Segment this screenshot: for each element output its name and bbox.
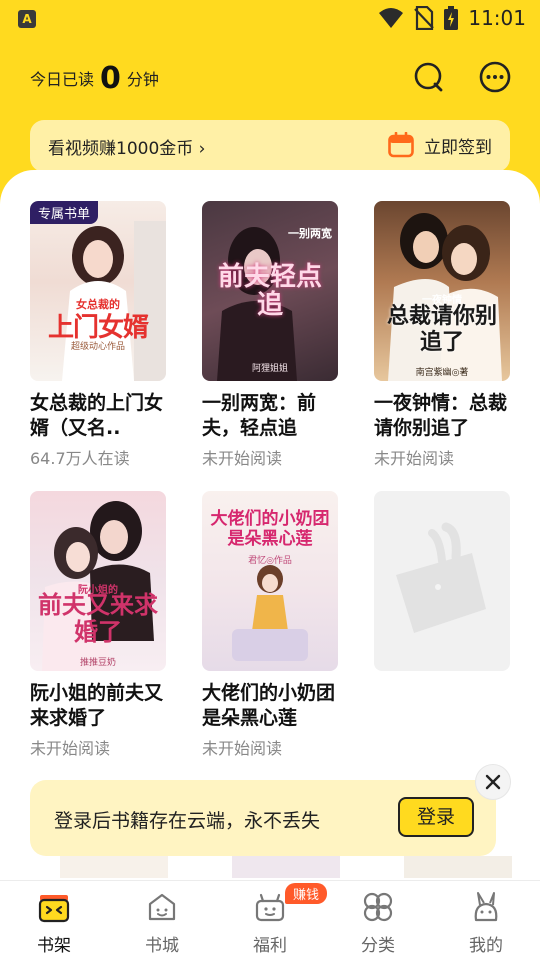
more-dots-icon — [479, 61, 511, 93]
search-button[interactable] — [413, 61, 445, 93]
chevron-right-icon: › — [198, 139, 206, 159]
welfare-icon — [255, 893, 285, 922]
cover-title: 总裁请你别追了 — [386, 303, 497, 355]
rabbit-placeholder-icon — [396, 522, 486, 633]
cover-author: 超级动心作品 — [70, 342, 125, 352]
bottom-navigation: 书架 书城 福利 分类 我的 — [0, 880, 540, 960]
nav-label: 书城 — [145, 936, 179, 956]
calendar-icon — [388, 132, 414, 158]
read-label: 今日已读 — [30, 70, 95, 89]
cover-title: 前夫轻点追 — [217, 262, 322, 320]
cover-illustration — [62, 221, 166, 381]
book-cover[interactable]: 一别两宽 前夫轻点追 阿狸姐姐 — [202, 201, 338, 381]
book-status: 未开始阅读 — [374, 449, 455, 468]
watch-video-promo-link[interactable]: 看视频赚1000金币 › — [48, 134, 205, 159]
peek-cover — [60, 856, 168, 878]
search-icon — [414, 62, 443, 92]
login-button[interactable]: 登录 — [398, 797, 474, 837]
exclusive-booklist-tag: 专属书单 — [30, 201, 99, 224]
bookshelf-icon — [38, 895, 70, 923]
app-notification-icon: A — [18, 10, 36, 28]
book-status: 未开始阅读 — [202, 739, 283, 758]
cover-author: 推推豆奶 — [79, 658, 116, 668]
book-cover-placeholder[interactable] — [374, 491, 510, 671]
nav-item-bookstore[interactable]: 书城 — [108, 881, 216, 960]
status-bar: A 11:01 — [0, 0, 540, 36]
cover-author: 阿狸姐姐 — [251, 364, 288, 374]
nav-item-profile[interactable]: 我的 — [432, 881, 540, 960]
profile-rabbit-icon — [474, 892, 498, 922]
close-banner-button[interactable] — [475, 764, 511, 800]
book-title: 阮小姐的前夫又来求婚了 — [30, 682, 164, 729]
peek-cover — [232, 856, 340, 878]
nav-item-category[interactable]: 分类 — [324, 881, 432, 960]
book-cover[interactable]: 大佬们的小奶团是朵黑心莲 君忆◎作品 — [202, 491, 338, 671]
book-title: 女总裁的上门女婿（又名.. — [30, 392, 164, 439]
book-cover[interactable]: 专属书单 女总裁的 上门女婿 超级动心作品 — [30, 201, 166, 381]
promo-bar: 看视频赚1000金币 › 立即签到 — [30, 120, 510, 172]
cover-subtitle: 一别两宽 — [288, 227, 332, 240]
nav-label: 我的 — [469, 936, 503, 956]
peek-cover — [404, 856, 512, 878]
nav-label: 书架 — [37, 936, 71, 956]
nav-item-bookshelf[interactable]: 书架 — [0, 881, 108, 960]
read-count: 0 — [100, 60, 121, 96]
status-time: 11:01 — [468, 6, 526, 30]
cover-author: 南宫紫幽◎著 — [415, 368, 469, 378]
promo-text: 看视频赚1000金币 — [48, 139, 194, 159]
cover-author: 君忆◎作品 — [248, 556, 292, 566]
login-banner: 登录后书籍存在云端，永不丢失 登录 — [30, 780, 496, 856]
no-sim-icon — [414, 6, 435, 30]
category-icon — [363, 892, 393, 922]
cover-title: 大佬们的小奶团是朵黑心莲 — [210, 509, 330, 549]
book-title: 一夜钟情：总裁请你别追了 — [374, 392, 508, 439]
nav-label: 福利 — [253, 936, 287, 956]
today-reading-info: 今日已读 0 分钟 — [30, 60, 159, 96]
book-cover[interactable]: 阮小姐的 前夫又来求婚了 推推豆奶 — [30, 491, 166, 671]
read-unit: 分钟 — [126, 70, 159, 89]
earn-money-badge: 赚钱 — [285, 883, 328, 904]
close-icon — [485, 774, 501, 790]
book-cover[interactable]: 一夜钟情 总裁请你别追了 南宫紫幽◎著 — [374, 201, 510, 381]
book-status: 64.7万人在读 — [30, 449, 130, 468]
nav-label: 分类 — [361, 936, 395, 956]
book-status: 未开始阅读 — [30, 739, 111, 758]
checkin-label: 立即签到 — [424, 137, 492, 158]
bookstore-icon — [148, 893, 176, 921]
book-status: 未开始阅读 — [202, 449, 283, 468]
book-title: 大佬们的小奶团是朵黑心莲 — [202, 682, 336, 729]
checkin-button[interactable]: 立即签到 — [388, 132, 492, 158]
book-title: 一别两宽：前夫，轻点追 — [202, 392, 317, 439]
more-options-button[interactable] — [479, 61, 511, 93]
wifi-icon — [379, 8, 404, 28]
login-banner-text: 登录后书籍存在云端，永不丢失 — [54, 810, 321, 832]
battery-charging-icon — [444, 6, 459, 30]
cover-title: 前夫又来求婚了 — [38, 590, 158, 646]
